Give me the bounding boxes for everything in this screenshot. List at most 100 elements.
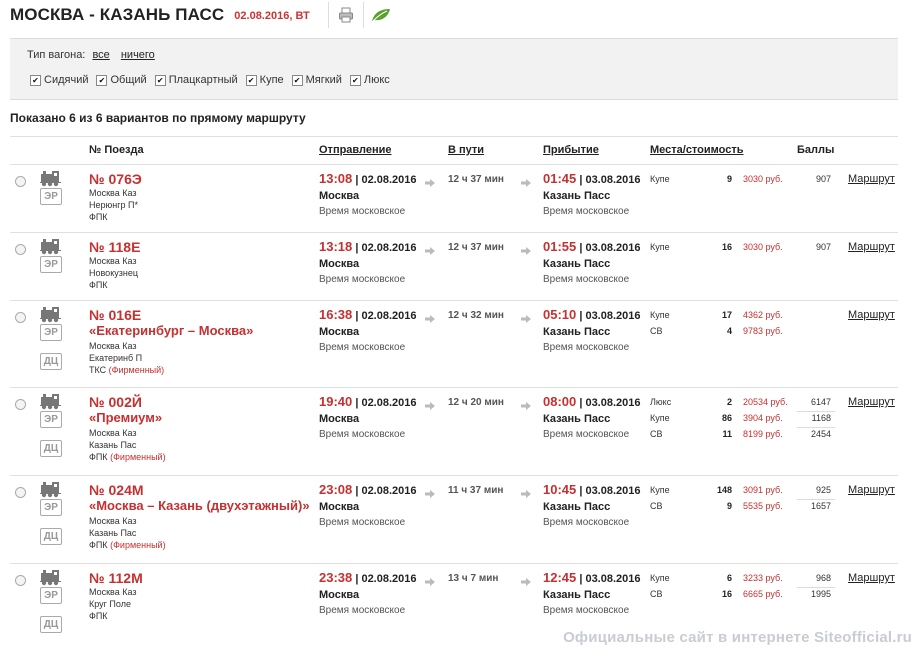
- wagon-type-filter: Тип вагона: все ничего ✔ Сидячий ✔ Общий ✔…: [10, 38, 898, 100]
- checkbox-label: Люкс: [363, 74, 390, 86]
- checkbox-box[interactable]: ✔: [154, 74, 166, 86]
- arrow-right-icon: [424, 175, 436, 187]
- seat-count: 4: [726, 326, 732, 336]
- travel-duration: 13 ч 7 мин: [448, 573, 499, 584]
- checkbox-lux[interactable]: ✔ Люкс: [349, 74, 390, 86]
- train-select-radio[interactable]: [15, 575, 26, 586]
- score-divider: [797, 587, 835, 588]
- col-arrival-sort[interactable]: Прибытие: [543, 144, 599, 156]
- arrow-right-icon: [424, 486, 436, 498]
- print-icon[interactable]: [329, 3, 363, 27]
- col-duration-sort[interactable]: В пути: [448, 144, 484, 156]
- seat-price[interactable]: 3233 руб.: [743, 573, 783, 583]
- departure-timezone: Время московское: [319, 429, 406, 440]
- carrier-name: ФПК: [89, 212, 108, 222]
- arrival-date: | 03.08.2016: [579, 397, 641, 409]
- watermark: Официальные сайт в интернете Siteofficia…: [563, 629, 912, 646]
- route-link[interactable]: Маршрут: [848, 396, 895, 408]
- checkbox-box[interactable]: ✔: [245, 74, 257, 86]
- train-select-radio[interactable]: [15, 176, 26, 187]
- train-icon: [40, 393, 62, 410]
- score-divider: [797, 411, 835, 412]
- departure-time: 16:38: [319, 307, 353, 322]
- checkbox-label: Плацкартный: [168, 74, 238, 86]
- seat-price[interactable]: 3904 руб.: [743, 413, 783, 423]
- checkbox-platskart[interactable]: ✔ Плацкартный: [154, 74, 238, 86]
- train-number[interactable]: № 112М: [89, 570, 143, 586]
- departure: 23:38 | 02.08.2016: [319, 570, 417, 585]
- checkbox-box[interactable]: ✔: [30, 74, 41, 86]
- checkbox-kupe[interactable]: ✔ Купе: [245, 74, 284, 86]
- train-select-radio[interactable]: [15, 312, 26, 323]
- departure-station: Москва: [319, 413, 360, 425]
- seat-price[interactable]: 4362 руб.: [743, 310, 783, 320]
- arrow-right-icon: [520, 175, 532, 187]
- train-number[interactable]: № 016Е: [89, 307, 141, 323]
- score-value: 2454: [810, 429, 831, 439]
- seat-price[interactable]: 20534 руб.: [743, 397, 788, 407]
- divider: [10, 136, 898, 137]
- seat-type: Купе: [650, 310, 670, 320]
- er-badge: ЭР: [40, 256, 62, 273]
- seat-price[interactable]: 3030 руб.: [743, 174, 783, 184]
- er-badge: ЭР: [40, 587, 62, 604]
- route-link[interactable]: Маршрут: [848, 572, 895, 584]
- route-title: МОСКВА - КАЗАНЬ ПАСС: [10, 5, 225, 24]
- leaf-icon[interactable]: [364, 3, 398, 27]
- seat-price[interactable]: 3030 руб.: [743, 242, 783, 252]
- col-seats-sort[interactable]: Места/стоимость: [650, 144, 744, 156]
- carrier: ФПК: [89, 611, 108, 621]
- departure-timezone: Время московское: [319, 206, 406, 217]
- route-link[interactable]: Маршрут: [848, 241, 895, 253]
- arrow-right-icon: [424, 311, 436, 323]
- route-link[interactable]: Маршрут: [848, 173, 895, 185]
- seat-count: 6: [726, 573, 732, 583]
- departure-date: | 02.08.2016: [355, 174, 417, 186]
- train-select-radio[interactable]: [15, 244, 26, 255]
- route-to: Круг Поле: [89, 599, 131, 609]
- col-departure-sort[interactable]: Отправление: [319, 144, 392, 156]
- seat-price[interactable]: 9783 руб.: [743, 326, 783, 336]
- seat-count: 2: [726, 397, 732, 407]
- seat-price[interactable]: 6665 руб.: [743, 589, 783, 599]
- brand-tag: (Фирменный): [108, 365, 165, 375]
- checkbox-soft[interactable]: ✔ Мягкий: [291, 74, 342, 86]
- checkbox-box[interactable]: ✔: [96, 74, 108, 86]
- select-none-link[interactable]: ничего: [121, 49, 155, 61]
- train-row: ЭР № 118Е Москва Каз Новокузнец ФПК 13:18 | …: [0, 232, 916, 300]
- departure-date: | 02.08.2016: [355, 573, 417, 585]
- route-to: Казань Пас: [89, 440, 137, 450]
- arrival-timezone: Время московское: [543, 517, 630, 528]
- score-value: 907: [815, 242, 831, 252]
- score-value: 925: [815, 485, 831, 495]
- checkbox-box[interactable]: ✔: [291, 74, 303, 86]
- train-number[interactable]: № 002Й: [89, 394, 142, 410]
- arrival-timezone: Время московское: [543, 605, 630, 616]
- departure: 16:38 | 02.08.2016: [319, 307, 417, 322]
- seat-price[interactable]: 8199 руб.: [743, 429, 783, 439]
- score-value: 1657: [810, 501, 831, 511]
- seat-type: СВ: [650, 429, 663, 439]
- seat-type: Купе: [650, 485, 670, 495]
- departure-date: | 02.08.2016: [355, 310, 417, 322]
- train-number[interactable]: № 118Е: [89, 239, 140, 255]
- route-link[interactable]: Маршрут: [848, 309, 895, 321]
- travel-duration: 12 ч 20 мин: [448, 397, 504, 408]
- train-number[interactable]: № 024М: [89, 482, 144, 498]
- checkbox-box[interactable]: ✔: [349, 74, 361, 86]
- checkbox-sitting[interactable]: ✔ Сидячий: [30, 74, 88, 86]
- route-from: Москва Каз: [89, 341, 137, 351]
- seat-price[interactable]: 3091 руб.: [743, 485, 783, 495]
- seat-price[interactable]: 5535 руб.: [743, 501, 783, 511]
- route-from: Москва Каз: [89, 256, 137, 266]
- route-link[interactable]: Маршрут: [848, 484, 895, 496]
- arrival: 08:00 | 03.08.2016: [543, 394, 641, 409]
- train-select-radio[interactable]: [15, 487, 26, 498]
- select-all-link[interactable]: все: [92, 49, 109, 61]
- score-divider: [797, 427, 835, 428]
- train-select-radio[interactable]: [15, 399, 26, 410]
- train-number[interactable]: № 076Э: [89, 171, 142, 187]
- checkbox-common[interactable]: ✔ Общий: [96, 74, 147, 86]
- train-icon: [40, 306, 62, 323]
- train-icon: [40, 170, 62, 187]
